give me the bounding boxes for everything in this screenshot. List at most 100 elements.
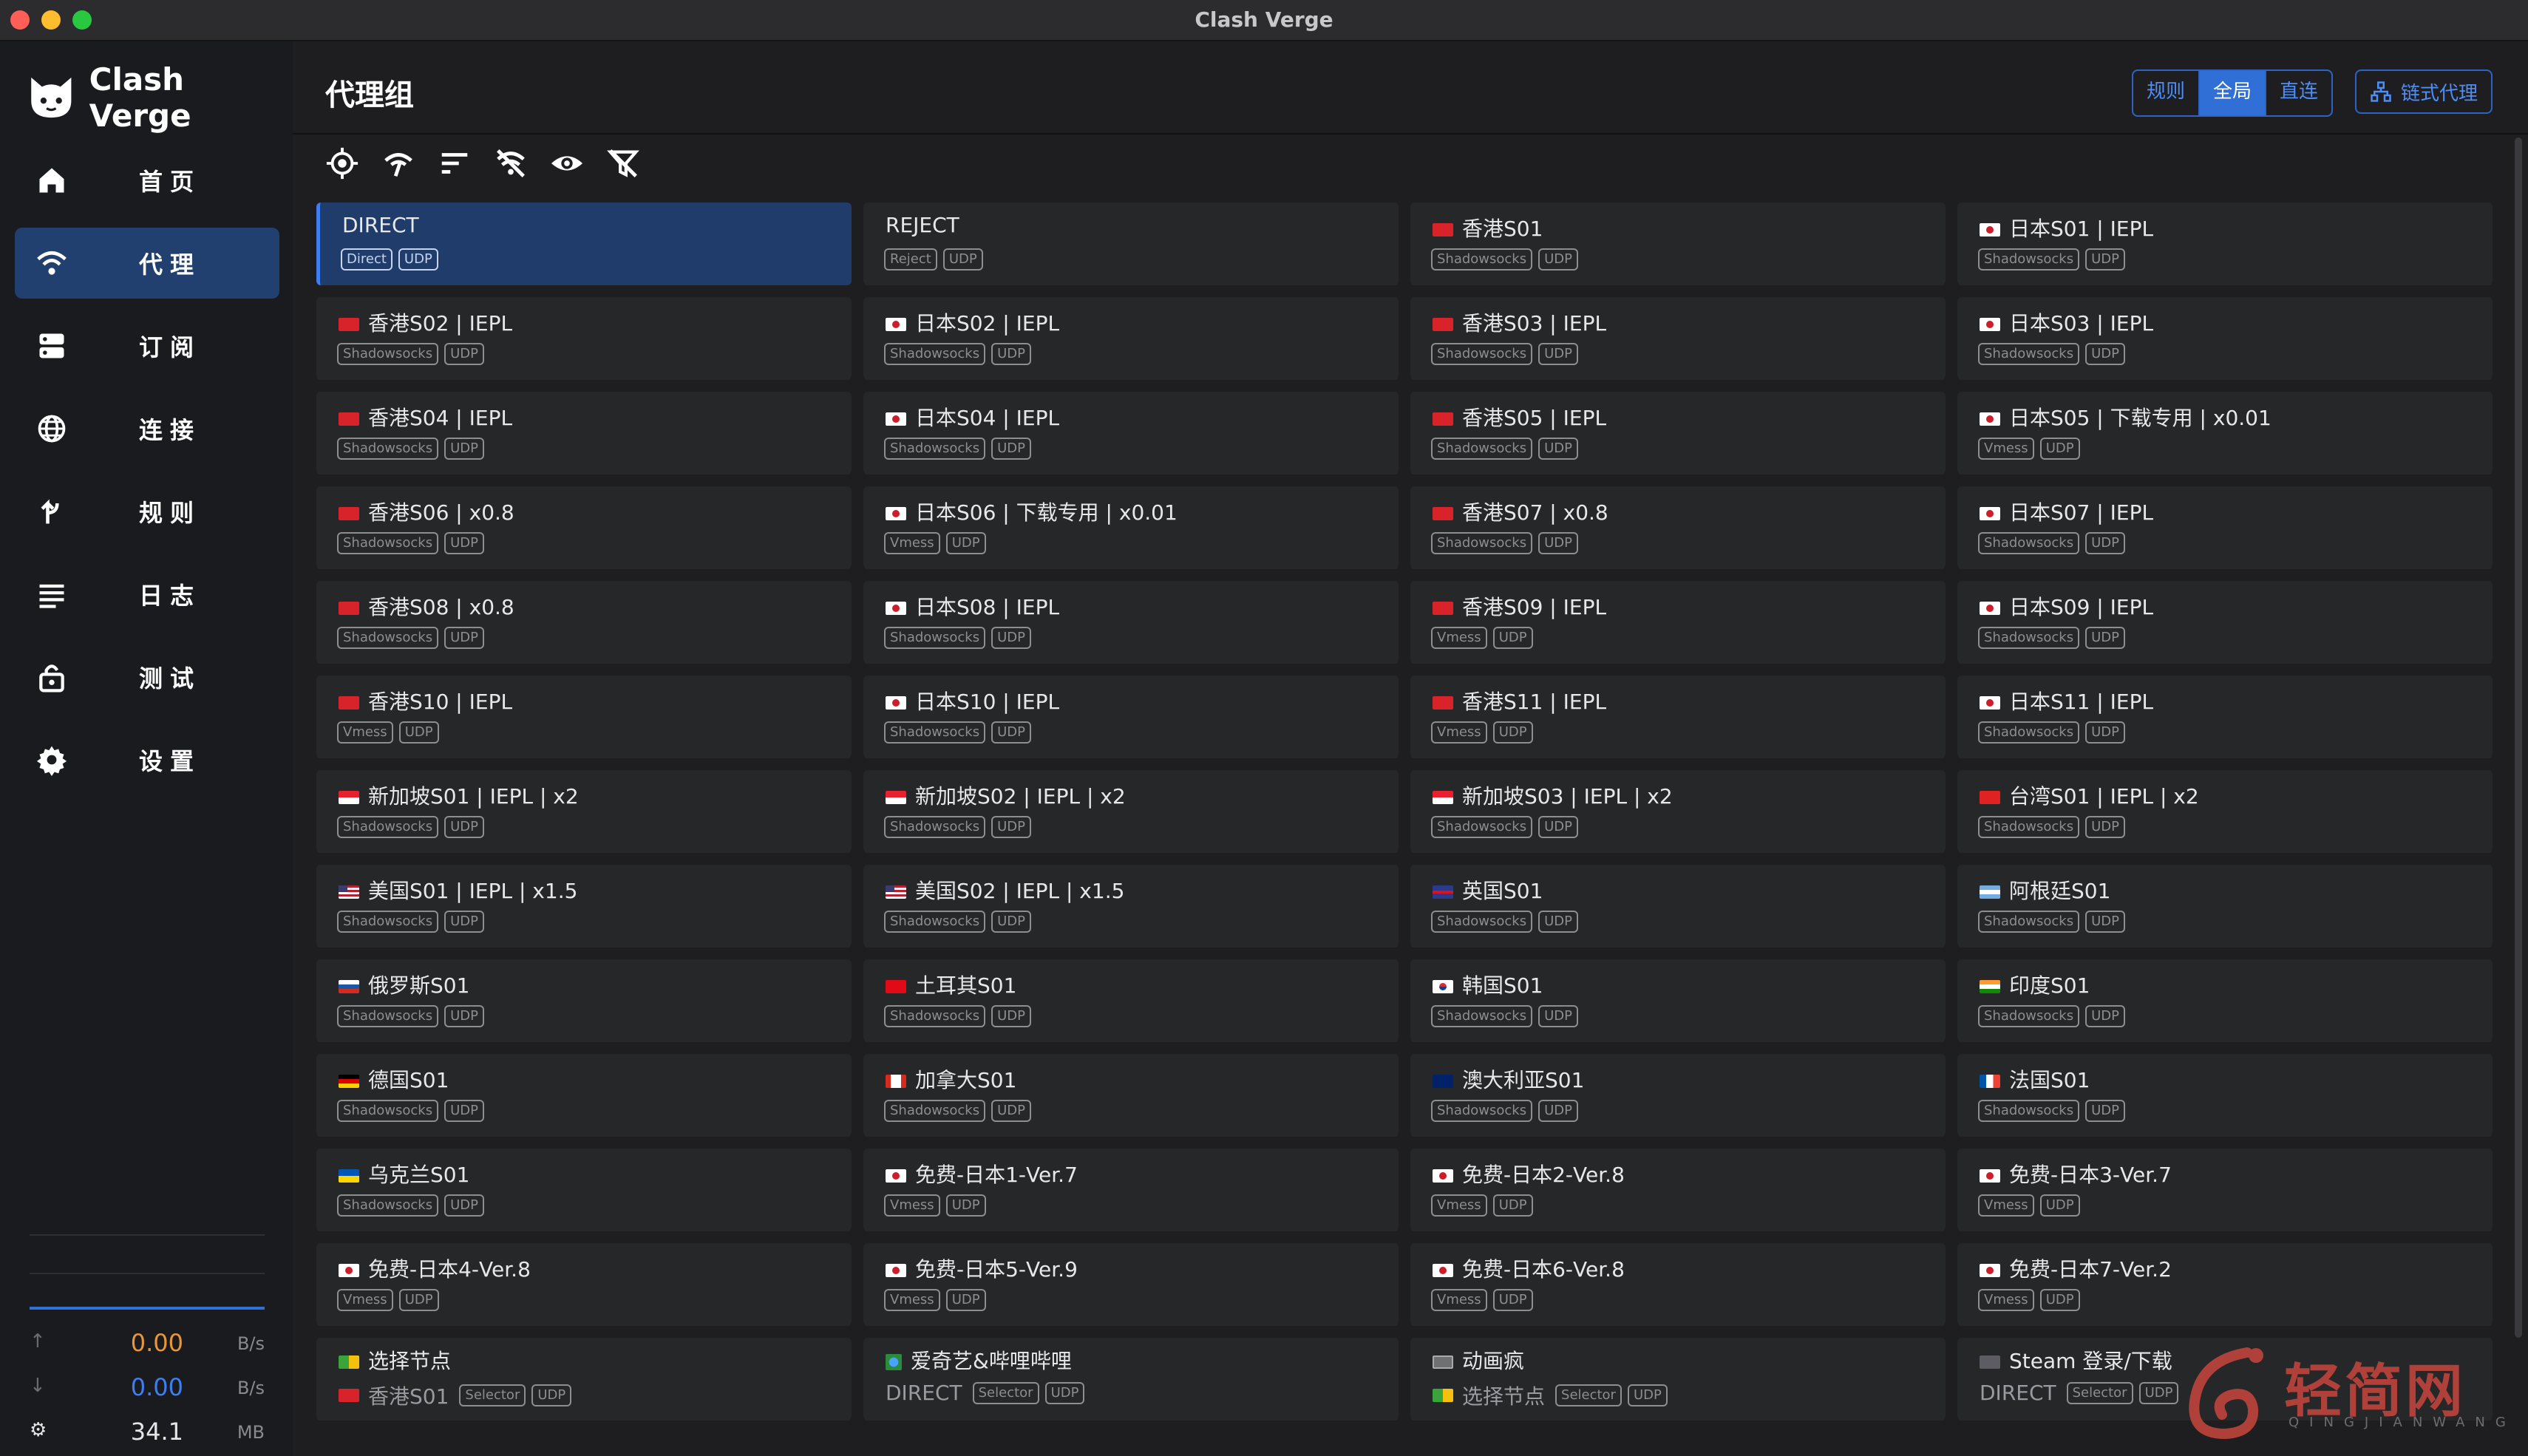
proxy-group-card[interactable]: 爱奇艺&哔哩哔哩 DIRECT Selector UDP [863,1338,1399,1421]
proxy-name: 土耳其S01 [886,970,1016,999]
proxy-card[interactable]: 免费-日本6-Ver.8 Vmess UDP [1410,1243,1946,1326]
proxy-card[interactable]: 韩国S01 Shadowsocks UDP [1410,959,1946,1042]
proxy-card[interactable]: 香港S08 | x0.8 Shadowsocks UDP [316,581,852,664]
proxy-card[interactable]: 日本S05 | 下载专用 | x0.01 Vmess UDP [1957,392,2493,474]
udp-badge: UDP [2085,721,2126,744]
proxy-name-text: 香港S02 | IEPL [368,311,513,336]
sidebar-item-1[interactable]: 代理 [15,228,279,299]
proxy-card[interactable]: 香港S10 | IEPL Vmess UDP [316,676,852,758]
flag-hk-icon [339,602,359,615]
proxy-card[interactable]: 香港S02 | IEPL Shadowsocks UDP [316,297,852,380]
udp-badge: UDP [945,532,986,554]
proxy-card[interactable]: 日本S06 | 下载专用 | x0.01 Vmess UDP [863,486,1399,569]
proxy-card[interactable]: REJECT Reject UDP [863,203,1399,285]
udp-badge: UDP [991,1100,1032,1122]
proxy-name: 日本S03 | IEPL [1980,307,2153,337]
download-unit: B/s [237,1378,265,1398]
proxy-card[interactable]: 香港S06 | x0.8 Shadowsocks UDP [316,486,852,569]
proxy-card[interactable]: 免费-日本5-Ver.9 Vmess UDP [863,1243,1399,1326]
proxy-card[interactable]: 加拿大S01 Shadowsocks UDP [863,1054,1399,1137]
proxy-card[interactable]: 澳大利亚S01 Shadowsocks UDP [1410,1054,1946,1137]
sidebar-item-4[interactable]: 规则 [15,476,279,547]
proxy-card[interactable]: 日本S01 | IEPL Shadowsocks UDP [1957,203,2493,285]
proxy-card[interactable]: 日本S07 | IEPL Shadowsocks UDP [1957,486,2493,569]
proxy-card[interactable]: 阿根廷S01 Shadowsocks UDP [1957,865,2493,948]
sidebar-item-6[interactable]: 测试 [15,642,279,712]
proxy-name-text: 美国S02 | IEPL | x1.5 [915,879,1125,903]
proxy-card[interactable]: 德国S01 Shadowsocks UDP [316,1054,852,1137]
memory-icon: ⚙ [30,1419,47,1441]
flag-jp-icon [1433,1169,1453,1183]
sidebar-item-3[interactable]: 连接 [15,393,279,464]
proxy-name-text: 日本S09 | IEPL [2009,595,2154,619]
proxy-card[interactable]: 香港S07 | x0.8 Shadowsocks UDP [1410,486,1946,569]
proxy-tags: Vmess UDP [1431,627,1539,649]
proxy-card[interactable]: 香港S09 | IEPL Vmess UDP [1410,581,1946,664]
proxy-card[interactable]: 香港S11 | IEPL Vmess UDP [1410,676,1946,758]
proxy-tags: Shadowsocks UDP [884,816,1037,838]
sidebar-item-0[interactable]: 首页 [15,145,279,216]
proxy-card[interactable]: 日本S11 | IEPL Shadowsocks UDP [1957,676,2493,758]
proxy-card[interactable]: 美国S02 | IEPL | x1.5 Shadowsocks UDP [863,865,1399,948]
proxy-card[interactable]: 法国S01 Shadowsocks UDP [1957,1054,2493,1137]
eye-icon[interactable] [550,146,584,180]
speed-test-icon[interactable] [381,146,415,180]
udp-badge: UDP [444,911,485,933]
group-current-node: 选择节点 Selector UDP [1433,1381,1674,1410]
proxy-card[interactable]: 印度S01 Shadowsocks UDP [1957,959,2493,1042]
sidebar-item-2[interactable]: 订阅 [15,310,279,381]
proxy-tags: Vmess UDP [1978,1289,2086,1311]
proxy-group-card[interactable]: 动画疯 选择节点 Selector UDP [1410,1338,1946,1421]
proxy-type-badge: Shadowsocks [884,438,986,460]
udp-badge: UDP [945,1194,986,1217]
proxy-card[interactable]: 新加坡S01 | IEPL | x2 Shadowsocks UDP [316,770,852,853]
filter-off-icon[interactable] [494,146,528,180]
udp-badge: UDP [1492,1289,1533,1311]
proxy-card[interactable]: 英国S01 Shadowsocks UDP [1410,865,1946,948]
proxy-type-badge: Shadowsocks [1431,248,1533,271]
proxy-name-text: 免费-日本7-Ver.2 [2009,1257,2172,1282]
proxy-card[interactable]: 日本S04 | IEPL Shadowsocks UDP [863,392,1399,474]
proxy-card[interactable]: 日本S10 | IEPL Shadowsocks UDP [863,676,1399,758]
mode-rule-button[interactable]: 规则 [2133,71,2198,115]
mode-global-button[interactable]: 全局 [2198,71,2266,115]
proxy-card[interactable]: 日本S03 | IEPL Shadowsocks UDP [1957,297,2493,380]
filter-clear-icon[interactable] [606,146,640,180]
proxy-card[interactable]: 香港S04 | IEPL Shadowsocks UDP [316,392,852,474]
flag-jp-icon [1980,696,2000,710]
proxy-card[interactable]: 香港S05 | IEPL Shadowsocks UDP [1410,392,1946,474]
proxy-card[interactable]: 新加坡S02 | IEPL | x2 Shadowsocks UDP [863,770,1399,853]
proxy-card[interactable]: 日本S08 | IEPL Shadowsocks UDP [863,581,1399,664]
proxy-card[interactable]: 新加坡S03 | IEPL | x2 Shadowsocks UDP [1410,770,1946,853]
proxy-type-badge: Shadowsocks [1978,911,2080,933]
proxy-name-text: 免费-日本4-Ver.8 [368,1257,531,1282]
sort-icon[interactable] [438,146,472,180]
proxy-card[interactable]: 乌克兰S01 Shadowsocks UDP [316,1149,852,1231]
proxy-card[interactable]: 免费-日本1-Ver.7 Vmess UDP [863,1149,1399,1231]
proxy-group-card[interactable]: 选择节点 香港S01 Selector UDP [316,1338,852,1421]
proxy-card[interactable]: 免费-日本3-Ver.7 Vmess UDP [1957,1149,2493,1231]
proxy-name-text: 阿根廷S01 [2009,879,2111,903]
sidebar-item-7[interactable]: 设置 [15,724,279,795]
proxy-tags: Vmess UDP [884,532,992,554]
scrollbar[interactable] [2515,137,2522,1338]
proxy-card[interactable]: 俄罗斯S01 Shadowsocks UDP [316,959,852,1042]
proxy-type-badge: Shadowsocks [337,1100,439,1122]
sidebar-item-5[interactable]: 日志 [15,559,279,630]
flag-hk-icon [1433,412,1453,426]
proxy-card[interactable]: 台湾S01 | IEPL | x2 Shadowsocks UDP [1957,770,2493,853]
proxy-card[interactable]: 土耳其S01 Shadowsocks UDP [863,959,1399,1042]
chain-proxy-button[interactable]: 链式代理 [2355,69,2493,114]
proxy-card[interactable]: 免费-日本4-Ver.8 Vmess UDP [316,1243,852,1326]
locate-icon[interactable] [325,146,359,180]
proxy-card[interactable]: 免费-日本2-Ver.8 Vmess UDP [1410,1149,1946,1231]
proxy-card[interactable]: 日本S09 | IEPL Shadowsocks UDP [1957,581,2493,664]
proxy-card[interactable]: DIRECT Direct UDP [316,203,852,285]
proxy-card[interactable]: 美国S01 | IEPL | x1.5 Shadowsocks UDP [316,865,852,948]
proxy-card[interactable]: 香港S01 Shadowsocks UDP [1410,203,1946,285]
udp-badge: UDP [1492,1194,1533,1217]
proxy-card[interactable]: 免费-日本7-Ver.2 Vmess UDP [1957,1243,2493,1326]
proxy-card[interactable]: 香港S03 | IEPL Shadowsocks UDP [1410,297,1946,380]
proxy-card[interactable]: 日本S02 | IEPL Shadowsocks UDP [863,297,1399,380]
mode-direct-button[interactable]: 直连 [2265,71,2331,115]
